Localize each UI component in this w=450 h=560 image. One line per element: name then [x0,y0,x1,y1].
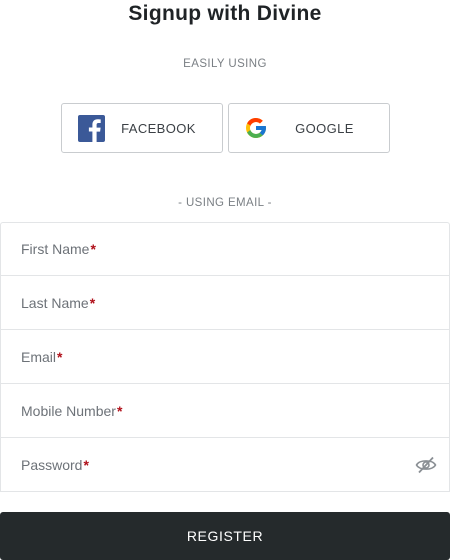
required-marker: * [83,456,89,473]
last-name-placeholder: Last Name* [21,294,96,311]
first-name-field[interactable]: First Name* [0,222,450,276]
required-marker: * [57,348,63,365]
signup-form: First Name* Last Name* Email* Mobile Num… [0,222,450,492]
mobile-number-field[interactable]: Mobile Number* [0,384,450,438]
email-divider: - USING EMAIL - [178,197,272,209]
facebook-button[interactable]: FACEBOOK [61,103,223,153]
eye-off-icon[interactable] [415,455,437,475]
required-marker: * [116,402,123,419]
password-placeholder: Password* [21,456,89,473]
email-field[interactable]: Email* [0,330,450,384]
social-login-row: FACEBOOK GOOGLE [61,103,390,153]
required-marker: * [90,241,96,257]
mobile-number-placeholder: Mobile Number* [21,402,123,419]
register-button[interactable]: REGISTER [0,512,450,560]
google-icon [242,114,270,142]
required-marker: * [89,294,96,311]
email-placeholder: Email* [21,348,63,365]
google-button-label: GOOGLE [295,120,354,136]
facebook-icon [77,114,105,142]
first-name-placeholder: First Name* [21,241,96,257]
facebook-button-label: FACEBOOK [121,120,196,136]
page-title: Signup with Divine [128,2,322,25]
social-subtitle: EASILY USING [183,58,267,70]
last-name-field[interactable]: Last Name* [0,276,450,330]
password-field[interactable]: Password* [0,438,450,492]
google-button[interactable]: GOOGLE [228,103,390,153]
